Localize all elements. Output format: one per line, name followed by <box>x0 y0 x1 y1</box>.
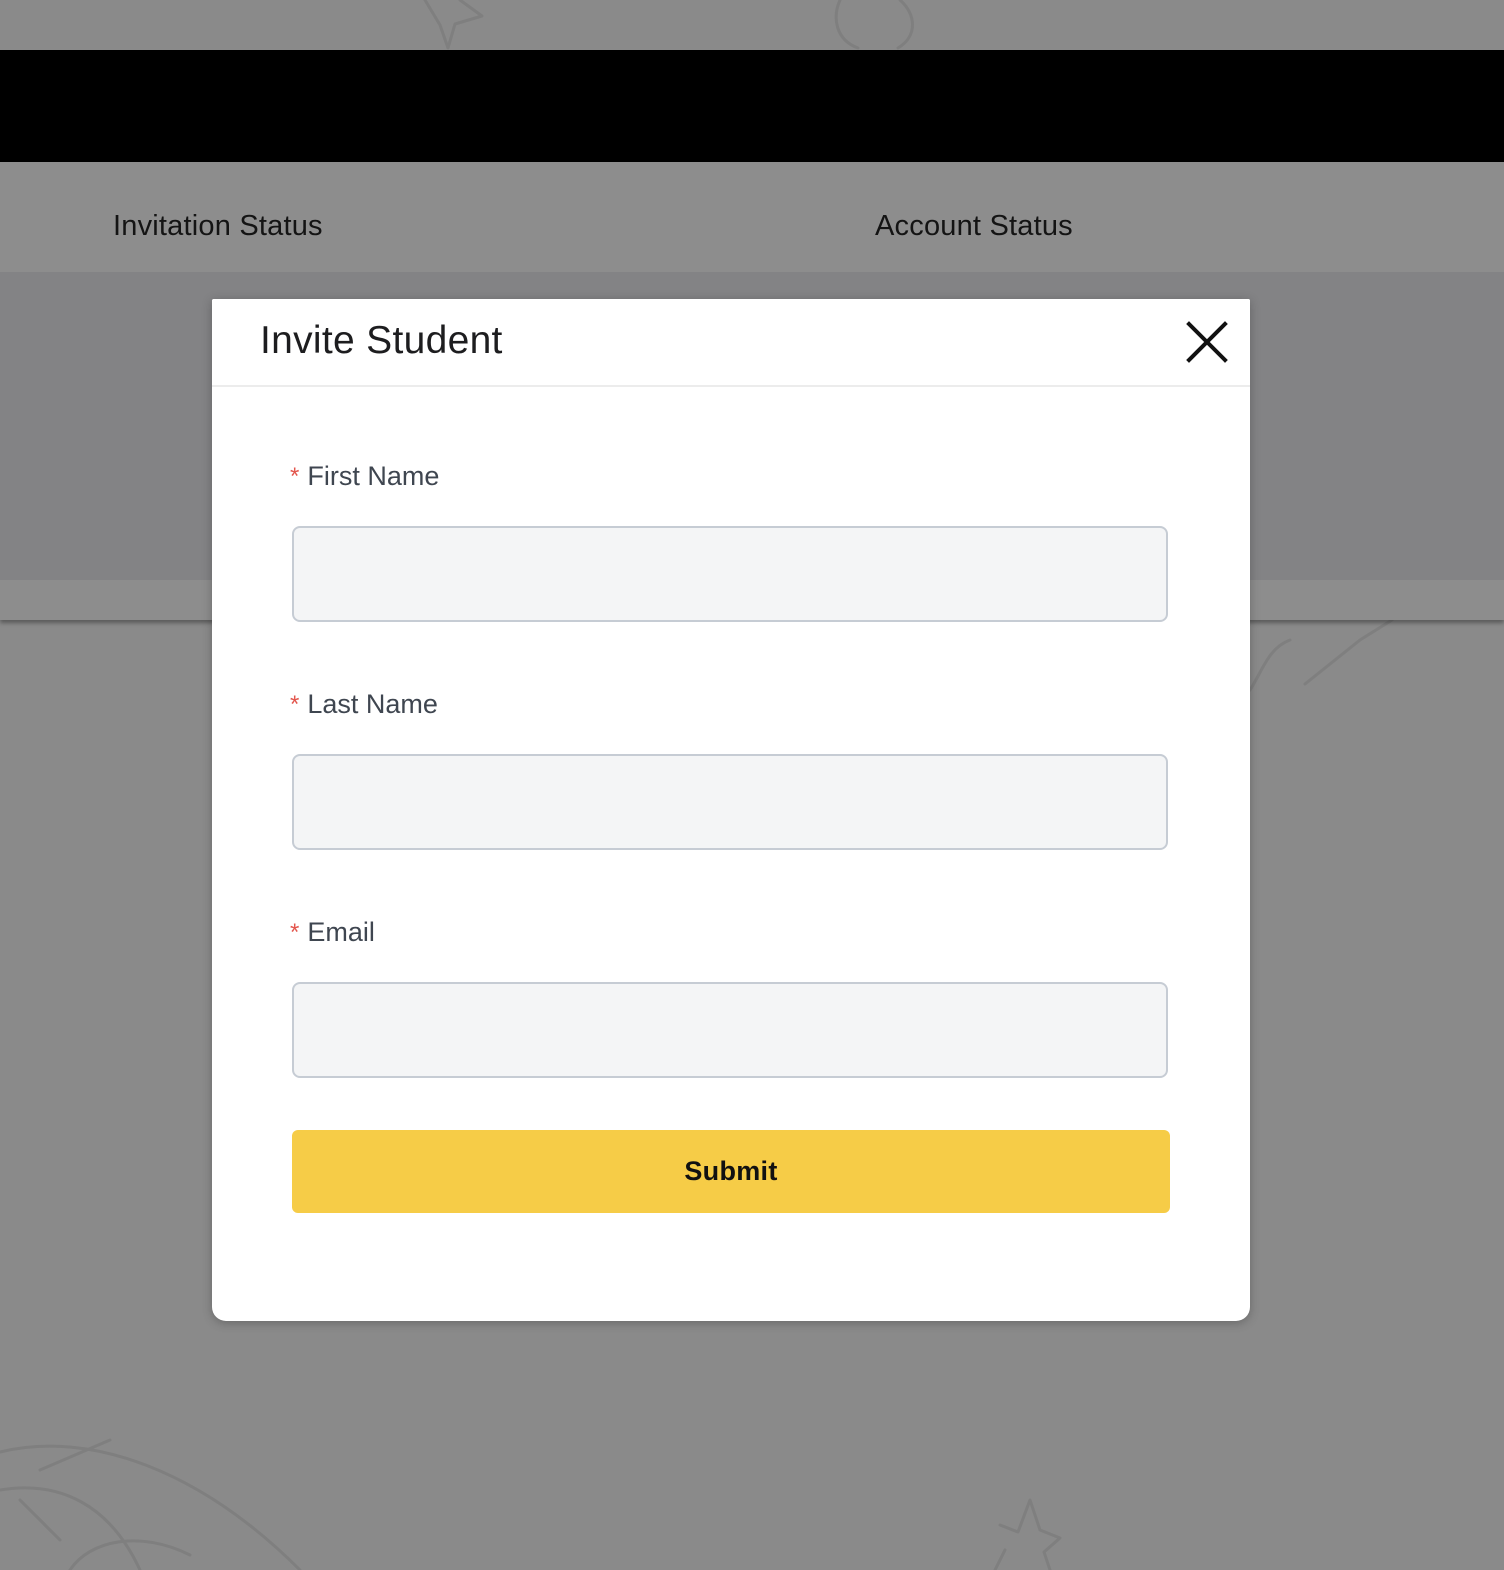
column-header-invitation-status: Invitation Status <box>113 210 323 242</box>
top-navigation-bar <box>0 50 1504 162</box>
email-label-text: Email <box>307 917 375 947</box>
close-button[interactable] <box>1186 321 1228 363</box>
required-marker: * <box>290 690 300 718</box>
first-name-label: * First Name <box>290 461 439 492</box>
last-name-label-text: Last Name <box>307 689 438 719</box>
first-name-label-text: First Name <box>307 461 440 491</box>
email-input[interactable] <box>292 982 1168 1078</box>
column-header-account-status: Account Status <box>875 210 1073 242</box>
star-doodle-top <box>423 0 484 50</box>
invite-student-modal: Invite Student * First Name * Last Name * E… <box>212 299 1250 1321</box>
close-icon <box>1186 321 1228 363</box>
last-name-label: * Last Name <box>290 689 438 720</box>
modal-title: Invite Student <box>260 319 503 362</box>
puzzle-doodle-top <box>834 0 914 50</box>
modal-header: Invite Student <box>212 299 1250 387</box>
table-header: Invitation Status Account Status <box>0 162 1504 272</box>
star-doodle-bottom <box>993 1498 1062 1570</box>
last-name-input[interactable] <box>292 754 1168 850</box>
required-marker: * <box>290 462 300 490</box>
first-name-input[interactable] <box>292 526 1168 622</box>
email-label: * Email <box>290 917 375 948</box>
globe-doodle-bottom <box>0 1438 302 1570</box>
invite-student-form: * First Name * Last Name * Email Submit <box>212 387 1250 1321</box>
leaf-doodle-right <box>1248 618 1394 692</box>
submit-button[interactable]: Submit <box>292 1130 1170 1213</box>
required-marker: * <box>290 918 300 946</box>
